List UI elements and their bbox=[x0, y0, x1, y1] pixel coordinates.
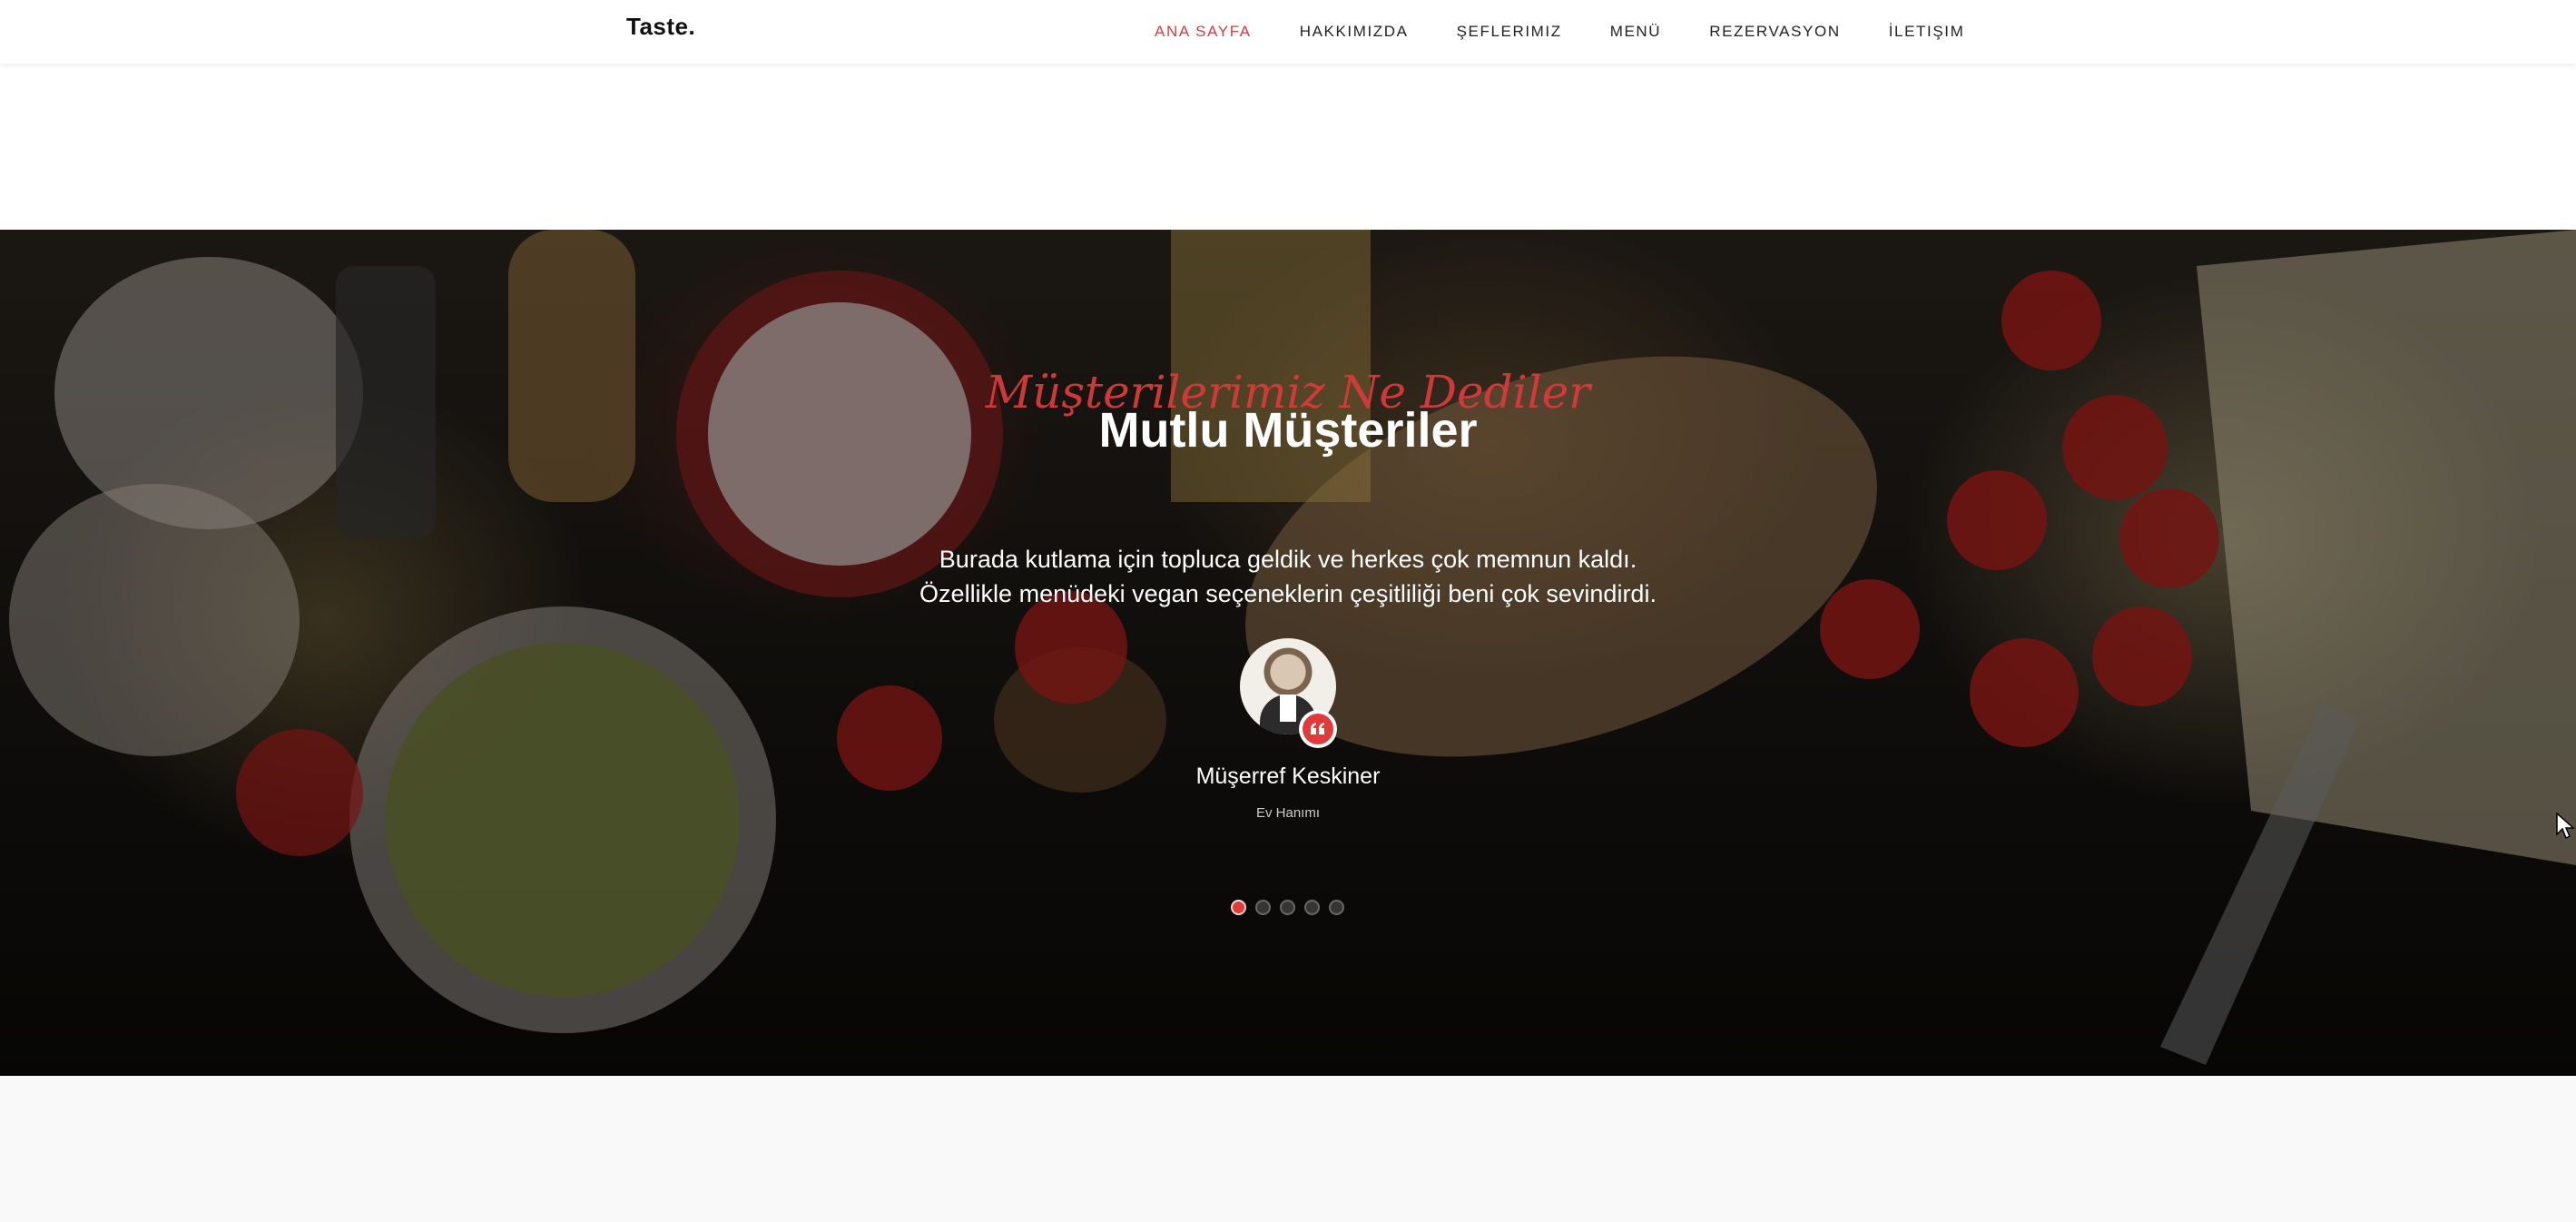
nav-link-menu[interactable]: MENÜ bbox=[1610, 23, 1661, 41]
carousel-dots bbox=[1231, 900, 1344, 918]
mouse-pointer-icon bbox=[2556, 812, 2576, 844]
carousel-dot-3[interactable] bbox=[1280, 900, 1295, 915]
navbar: Taste. ANA SAYFA HAKKIMIZDA ŞEFLERIMIZ M… bbox=[0, 0, 2576, 64]
testimonial-quote-line-2: Özellikle menüdeki vegan seçeneklerin çe… bbox=[919, 580, 1657, 607]
author-role: Ev Hanımı bbox=[1255, 805, 1321, 821]
testimonials-section: Müşterilerimiz Ne Dediler Mutlu Müşteril… bbox=[0, 230, 2576, 1076]
carousel-dot-1[interactable] bbox=[1231, 900, 1246, 915]
brand-logo[interactable]: Taste. bbox=[626, 13, 695, 41]
nav-link-hakkimizda[interactable]: HAKKIMIZDA bbox=[1300, 23, 1409, 41]
testimonial-quote-line-1: Burada kutlama için topluca geldik ve he… bbox=[939, 546, 1637, 573]
carousel-dot-2[interactable] bbox=[1255, 900, 1271, 915]
next-section bbox=[0, 1076, 2576, 1222]
avatar-collar bbox=[1280, 695, 1296, 722]
nav-link-iletisim[interactable]: İLETIŞIM bbox=[1889, 23, 1965, 41]
section-title: Mutlu Müşteriler bbox=[1098, 403, 1478, 458]
nav-link-rezervasyon[interactable]: REZERVASYON bbox=[1709, 23, 1841, 41]
author-name: Müşerref Keskiner bbox=[1195, 764, 1381, 789]
testimonial-quote: Burada kutlama için topluca geldik ve he… bbox=[0, 542, 2576, 611]
carousel-dot-5[interactable] bbox=[1329, 900, 1344, 915]
main-nav: ANA SAYFA HAKKIMIZDA ŞEFLERIMIZ MENÜ REZ… bbox=[1155, 0, 1964, 64]
nav-link-ana-sayfa[interactable]: ANA SAYFA bbox=[1155, 23, 1252, 41]
quote-badge bbox=[1299, 710, 1337, 748]
carousel-dot-4[interactable] bbox=[1304, 900, 1320, 915]
nav-link-seflerimiz[interactable]: ŞEFLERIMIZ bbox=[1457, 23, 1562, 41]
quote-left-icon bbox=[1303, 714, 1333, 744]
